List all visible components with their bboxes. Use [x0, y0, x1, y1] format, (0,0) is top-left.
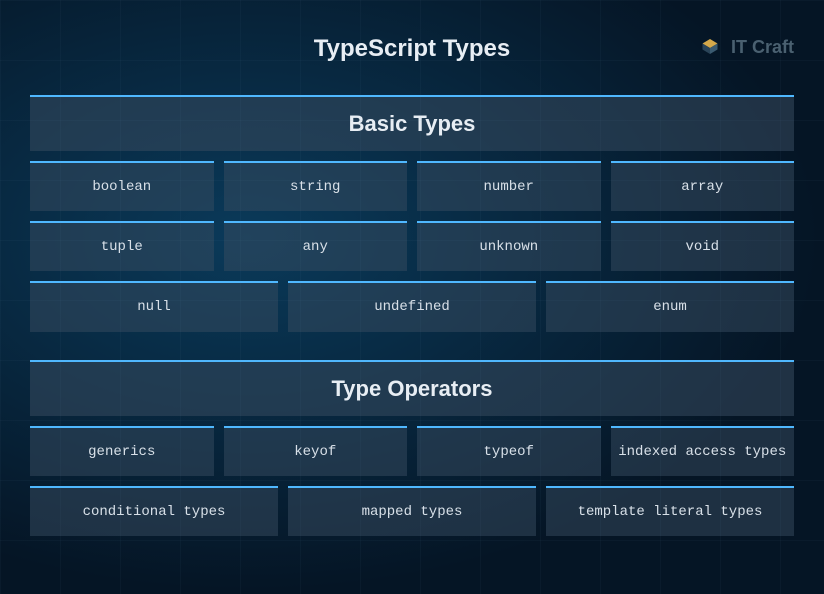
type-cell: array: [611, 161, 795, 211]
type-cell: enum: [546, 281, 794, 331]
type-cell: null: [30, 281, 278, 331]
type-cell: conditional types: [30, 486, 278, 536]
logo-icon: [695, 30, 725, 65]
type-cell: indexed access types: [611, 426, 795, 476]
basic-types-header: Basic Types: [30, 95, 794, 151]
type-cell: typeof: [417, 426, 601, 476]
type-cell: tuple: [30, 221, 214, 271]
basic-types-section: Basic Types boolean string number array …: [30, 95, 794, 332]
type-cell: number: [417, 161, 601, 211]
brand-logo: IT Craft: [695, 30, 794, 65]
type-cell: string: [224, 161, 408, 211]
type-cell: unknown: [417, 221, 601, 271]
type-cell: keyof: [224, 426, 408, 476]
content-container: TypeScript Types Basic Types boolean str…: [0, 0, 824, 594]
type-cell: any: [224, 221, 408, 271]
basic-types-row-2: null undefined enum: [30, 281, 794, 331]
type-operators-section: Type Operators generics keyof typeof ind…: [30, 360, 794, 536]
basic-types-row-1: tuple any unknown void: [30, 221, 794, 271]
page-title: TypeScript Types: [30, 35, 794, 63]
type-cell: mapped types: [288, 486, 536, 536]
type-cell: boolean: [30, 161, 214, 211]
type-operators-header: Type Operators: [30, 360, 794, 416]
type-cell: template literal types: [546, 486, 794, 536]
type-cell: generics: [30, 426, 214, 476]
type-operators-row-0: generics keyof typeof indexed access typ…: [30, 426, 794, 476]
type-cell: void: [611, 221, 795, 271]
type-cell: undefined: [288, 281, 536, 331]
type-operators-row-1: conditional types mapped types template …: [30, 486, 794, 536]
logo-text: IT Craft: [731, 37, 794, 58]
basic-types-row-0: boolean string number array: [30, 161, 794, 211]
